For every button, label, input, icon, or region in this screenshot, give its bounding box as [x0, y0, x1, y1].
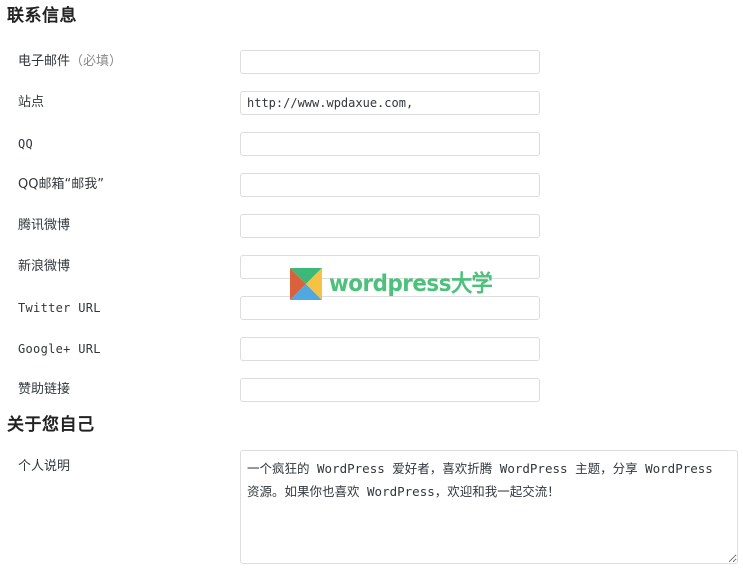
input-qq-mail[interactable] — [240, 173, 540, 197]
contact-section-heading: 联系信息 — [7, 6, 77, 26]
input-qq[interactable] — [240, 132, 540, 156]
form-row-qq-mail: QQ邮箱“邮我” — [0, 173, 743, 197]
input-sina-weibo[interactable] — [240, 255, 540, 279]
input-email[interactable] — [240, 50, 540, 74]
input-website[interactable] — [240, 91, 540, 115]
label-tencent-weibo: 腾讯微博 — [18, 214, 228, 238]
field-wrapper-qq-mail — [240, 173, 540, 197]
label-sponsor-link: 赞助链接 — [18, 378, 228, 402]
label-qq: QQ — [18, 132, 228, 156]
label-tencent-weibo-text: 腾讯微博 — [18, 218, 71, 233]
label-website-text: 站点 — [18, 95, 45, 110]
form-row-qq: QQ — [0, 132, 743, 156]
profile-form-page: 联系信息 电子邮件（必填） 站点 QQ QQ邮箱“邮我” 腾讯微博新浪微博 Twitter… — [0, 0, 743, 574]
label-qq-mail-text: QQ邮箱“邮我” — [18, 177, 104, 192]
label-email-hint: （必填） — [70, 54, 123, 69]
field-wrapper-sponsor-link — [240, 378, 540, 402]
label-email: 电子邮件（必填） — [18, 50, 228, 74]
field-wrapper-google-plus-url — [240, 337, 540, 361]
field-wrapper-qq — [240, 132, 540, 156]
label-sina-weibo-text: 新浪微博 — [18, 259, 71, 274]
label-google-plus-url-text: Google+ URL — [18, 342, 101, 356]
label-twitter-url: Twitter URL — [18, 296, 228, 320]
label-qq-mail: QQ邮箱“邮我” — [18, 173, 228, 197]
about-section-heading: 关于您自己 — [7, 415, 95, 435]
label-email-text: 电子邮件 — [18, 54, 71, 69]
label-qq-text: QQ — [18, 137, 34, 151]
field-wrapper-email — [240, 50, 540, 74]
bio-label: 个人说明 — [18, 459, 71, 474]
form-row-sponsor-link: 赞助链接 — [0, 378, 743, 402]
label-google-plus-url: Google+ URL — [18, 337, 228, 361]
label-sponsor-link-text: 赞助链接 — [18, 382, 71, 397]
field-wrapper-sina-weibo — [240, 255, 540, 279]
bio-textarea[interactable] — [240, 450, 738, 564]
form-row-website: 站点 — [0, 91, 743, 115]
input-sponsor-link[interactable] — [240, 378, 540, 402]
bio-field-wrapper — [240, 450, 738, 568]
field-wrapper-tencent-weibo — [240, 214, 540, 238]
label-twitter-url-text: Twitter URL — [18, 301, 101, 315]
form-row-google-plus-url: Google+ URL — [0, 337, 743, 361]
form-row-twitter-url: Twitter URL — [0, 296, 743, 320]
input-tencent-weibo[interactable] — [240, 214, 540, 238]
input-twitter-url[interactable] — [240, 296, 540, 320]
field-wrapper-twitter-url — [240, 296, 540, 320]
form-row-tencent-weibo: 腾讯微博 — [0, 214, 743, 238]
label-website: 站点 — [18, 91, 228, 115]
field-wrapper-website — [240, 91, 540, 115]
form-row-email: 电子邮件（必填） — [0, 50, 743, 74]
input-google-plus-url[interactable] — [240, 337, 540, 361]
form-row-sina-weibo: 新浪微博 — [0, 255, 743, 279]
label-sina-weibo: 新浪微博 — [18, 255, 228, 279]
